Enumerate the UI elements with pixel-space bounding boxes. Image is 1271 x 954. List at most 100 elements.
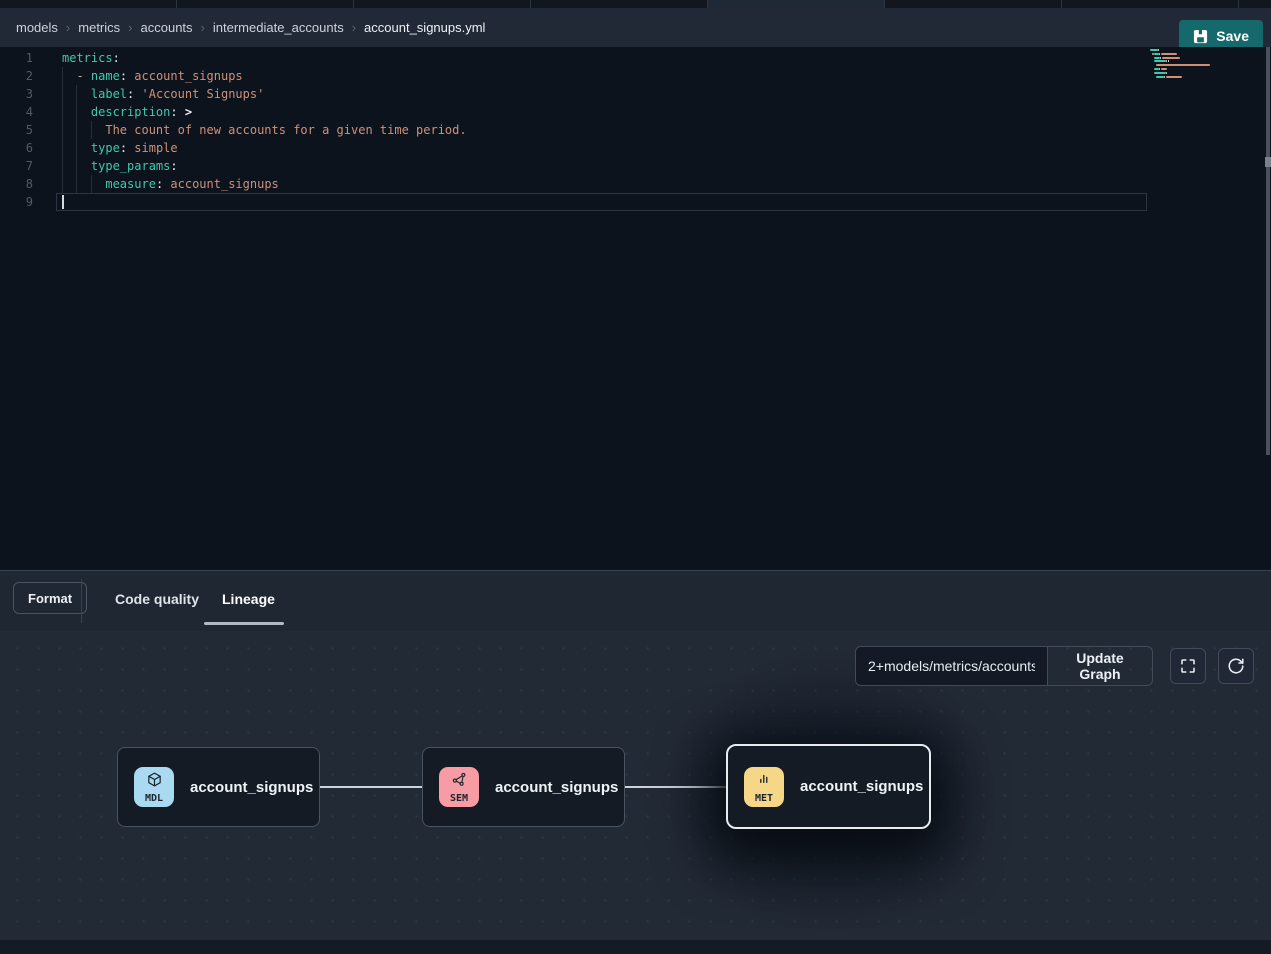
lineage-edge: [625, 786, 727, 788]
line-number: 2: [0, 67, 33, 85]
minimap-line: [1166, 60, 1167, 62]
minimap-line: [1161, 68, 1167, 70]
code-line: 2 - name: account_signups: [0, 67, 1271, 85]
tab-strip-segment[interactable]: [0, 0, 177, 8]
tab-strip-segment-active[interactable]: [708, 0, 885, 8]
tab-strip-segment[interactable]: [177, 0, 354, 8]
lineage-canvas[interactable]: MDL account_signups SEM account_signups MET a…: [0, 631, 1271, 954]
node-name-label: account_signups: [495, 779, 618, 796]
minimap-line: [1159, 53, 1160, 55]
bottom-panel: Format Code quality Lineage MDL account_s…: [0, 570, 1271, 954]
editor-scrollbar[interactable]: [1266, 47, 1270, 455]
code-line: 9: [0, 193, 1271, 211]
selector-group: Update Graph: [855, 646, 1153, 686]
code-line-text: The count of new accounts for a given ti…: [62, 121, 467, 139]
code-line-text: description: >: [62, 103, 192, 121]
breadcrumb-item[interactable]: models: [16, 20, 58, 35]
chevron-right-icon: ›: [201, 20, 205, 35]
minimap-line: [1156, 76, 1164, 78]
code-line: 8 measure: account_signups: [0, 175, 1271, 193]
tab-strip-segment[interactable]: [354, 0, 531, 8]
minimap-line: [1154, 57, 1159, 59]
code-line-text: metrics:: [62, 49, 120, 67]
minimap-line: [1166, 72, 1167, 74]
active-tab-underline: [204, 622, 284, 625]
lineage-node-met[interactable]: MET account_signups: [726, 744, 931, 829]
bottom-strip: [0, 940, 1271, 954]
node-badge: SEM: [439, 767, 479, 807]
lineage-node-mdl[interactable]: MDL account_signups: [117, 747, 320, 827]
fullscreen-button[interactable]: [1170, 648, 1206, 684]
minimap-line: [1156, 64, 1210, 66]
graph-icon: [451, 771, 468, 793]
refresh-button[interactable]: [1218, 648, 1254, 684]
line-number: 9: [0, 193, 33, 211]
line-number: 3: [0, 85, 33, 103]
code-line-text: type: simple: [62, 139, 178, 157]
node-name-label: account_signups: [190, 779, 313, 796]
scrollbar-marker: [1265, 157, 1271, 167]
chevron-right-icon: ›: [128, 20, 132, 35]
node-type-label: MDL: [145, 793, 163, 804]
tab-strip-segment[interactable]: [1062, 0, 1239, 8]
line-number: 8: [0, 175, 33, 193]
selector-input[interactable]: [856, 647, 1048, 685]
lineage-edge: [320, 786, 422, 788]
tab-code-quality[interactable]: Code quality: [115, 591, 199, 607]
minimap-line: [1154, 68, 1158, 70]
minimap-line: [1164, 76, 1165, 78]
code-editor[interactable]: 1metrics:2 - name: account_signups3 labe…: [0, 47, 1271, 570]
code-line: 7 type_params:: [0, 157, 1271, 175]
code-line-text: type_params:: [62, 157, 178, 175]
line-number: 4: [0, 103, 33, 121]
refresh-icon: [1227, 657, 1245, 675]
minimap-line: [1154, 72, 1166, 74]
breadcrumb-item[interactable]: metrics: [78, 20, 120, 35]
breadcrumb-item[interactable]: intermediate_accounts: [213, 20, 344, 35]
update-graph-button[interactable]: Update Graph: [1048, 647, 1152, 685]
minimap-line: [1162, 57, 1180, 59]
minimap-line: [1154, 53, 1158, 55]
line-number: 5: [0, 121, 33, 139]
node-name-label: account_signups: [800, 778, 923, 795]
breadcrumb-item[interactable]: accounts: [141, 20, 193, 35]
line-number: 6: [0, 139, 33, 157]
editor-tab-strip: [0, 0, 1271, 8]
code-line-text: label: 'Account Signups': [62, 85, 264, 103]
tab-strip-segment[interactable]: [531, 0, 708, 8]
minimap-line: [1160, 57, 1161, 59]
breadcrumb-bar: models › metrics › accounts › intermediate_acc…: [0, 8, 1271, 47]
bar-chart-icon: [756, 771, 773, 793]
tab-lineage[interactable]: Lineage: [222, 591, 275, 607]
tab-strip-segment[interactable]: [885, 0, 1062, 8]
breadcrumb-item[interactable]: account_signups.yml: [364, 20, 485, 35]
node-type-label: MET: [755, 793, 773, 804]
minimap-line: [1158, 49, 1159, 51]
cube-icon: [146, 771, 163, 793]
save-button-label: Save: [1216, 28, 1249, 44]
code-line: 5 The count of new accounts for a given …: [0, 121, 1271, 139]
code-line-text: - name: account_signups: [62, 67, 243, 85]
line-number: 1: [0, 49, 33, 67]
chevron-right-icon: ›: [66, 20, 70, 35]
lineage-node-sem[interactable]: SEM account_signups: [422, 747, 625, 827]
minimap-line: [1168, 60, 1169, 62]
minimap-line: [1150, 49, 1158, 51]
minimap-line: [1159, 68, 1160, 70]
node-badge: MET: [744, 767, 784, 807]
breadcrumb: models › metrics › accounts › intermediate_acc…: [16, 8, 485, 47]
current-line-highlight: [56, 193, 1147, 211]
minimap[interactable]: [1150, 49, 1216, 93]
node-badge: MDL: [134, 767, 174, 807]
app-window: models › metrics › accounts › intermediate_acc…: [0, 0, 1271, 954]
chevron-right-icon: ›: [352, 20, 356, 35]
code-line-text: measure: account_signups: [62, 175, 279, 193]
code-line: 3 label: 'Account Signups': [0, 85, 1271, 103]
line-number: 7: [0, 157, 33, 175]
panel-tab-bar: Format Code quality Lineage: [0, 571, 1271, 631]
fullscreen-icon: [1179, 657, 1197, 675]
divider: [81, 579, 82, 623]
node-type-label: SEM: [450, 793, 468, 804]
minimap-line: [1166, 76, 1182, 78]
format-button[interactable]: Format: [13, 582, 87, 614]
